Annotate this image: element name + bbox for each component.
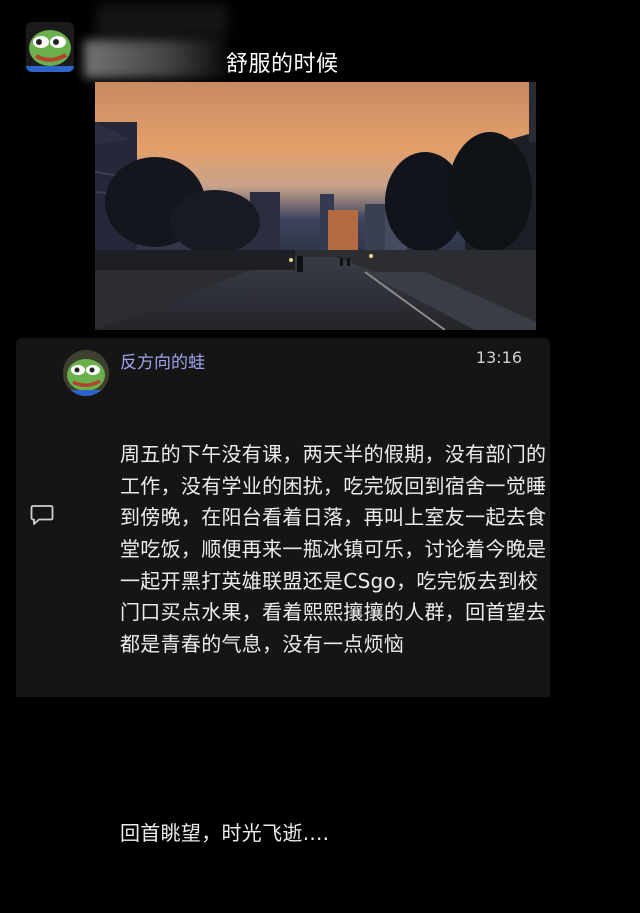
comment-author-avatar[interactable] — [63, 350, 109, 396]
pepe-frog-avatar-icon — [63, 350, 109, 396]
redacted-username — [84, 40, 226, 78]
comment-card: 反方向的蛙 13:16 周五的下午没有课，两天半的假期，没有部门的工作，没有学业… — [16, 338, 550, 845]
pepe-frog-avatar-icon — [26, 22, 74, 72]
post-author-avatar[interactable] — [26, 22, 74, 72]
redacted-header-area — [96, 4, 228, 38]
post-photo[interactable] — [95, 82, 536, 330]
comment-paragraph-1: 周五的下午没有课，两天半的假期，没有部门的工作，没有学业的困扰，吃完饭回到宿舍一… — [120, 442, 547, 656]
comment-body: 周五的下午没有课，两天半的假期，没有部门的工作，没有学业的困扰，吃完饭回到宿舍一… — [120, 376, 550, 913]
comment-icon[interactable] — [30, 504, 54, 526]
comment-paragraph-2: 回首眺望，时光飞逝.... — [120, 820, 330, 845]
sunset-campus-photo-icon — [95, 82, 536, 330]
comment-timestamp: 13:16 — [475, 348, 522, 367]
comment-author-name[interactable]: 反方向的蛙 — [120, 348, 205, 373]
post-title: 舒服的时候 — [226, 52, 339, 77]
